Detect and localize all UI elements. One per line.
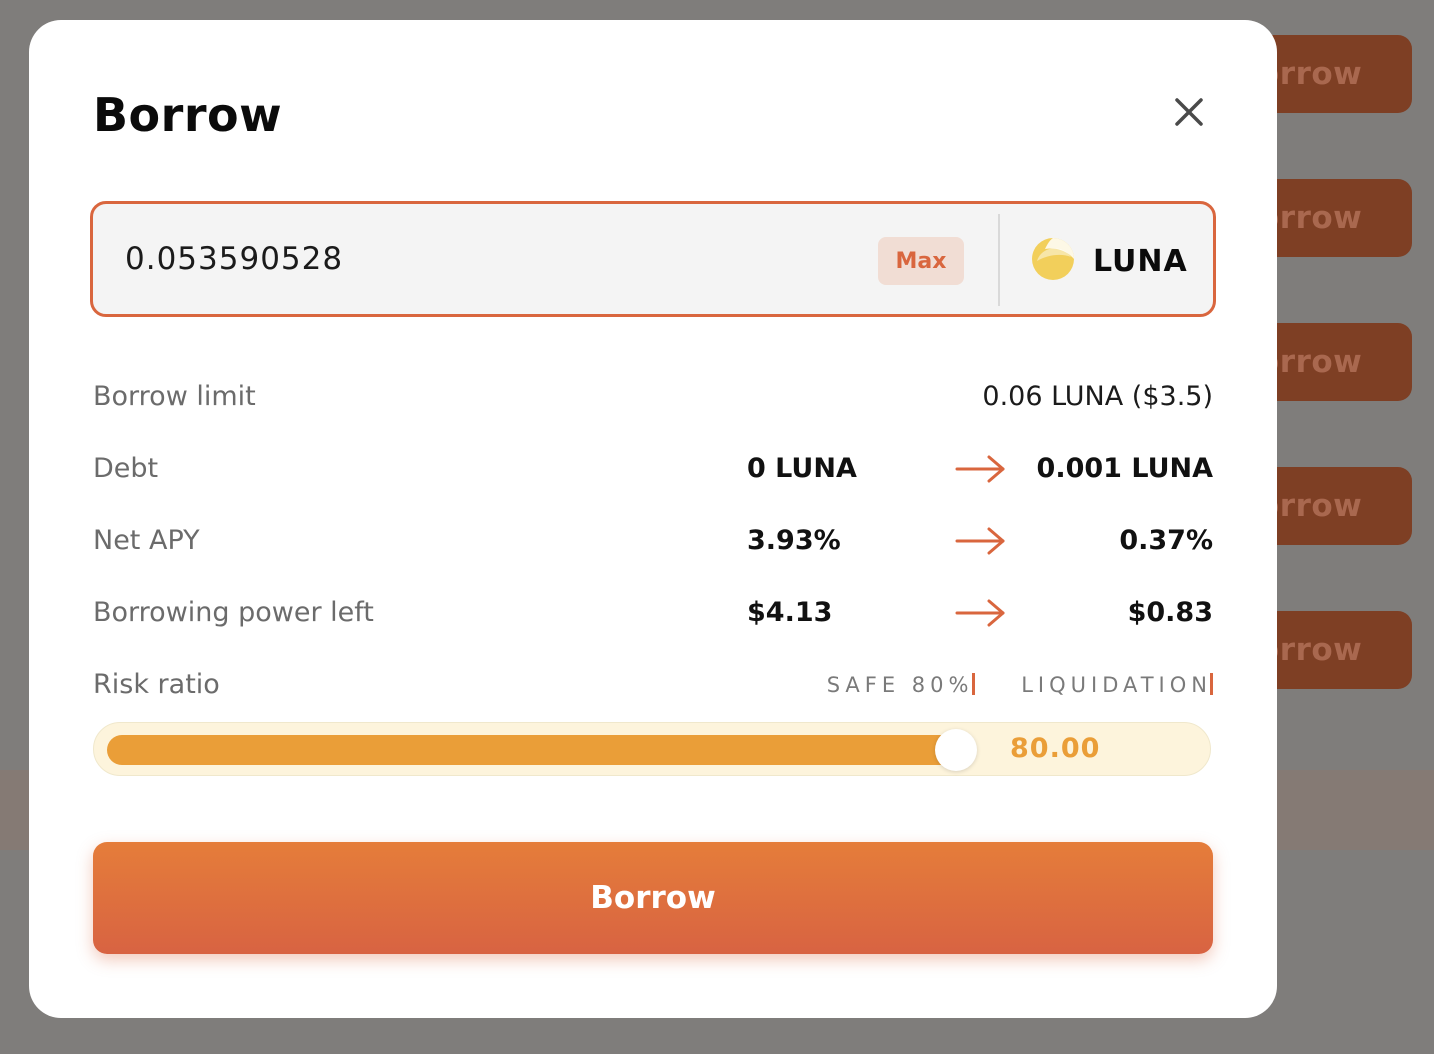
- debt-current: 0 LUNA: [747, 453, 857, 484]
- borrowing-power-current: $4.13: [747, 597, 833, 628]
- borrow-modal: Borrow Max LUNA Borrow limit 0.06 LUNA (…: [29, 20, 1277, 1018]
- debt-row: Debt 0 LUNA 0.001 LUNA: [93, 449, 1213, 489]
- risk-ratio-row: Risk ratio SAFE 80% LIQUIDATION: [93, 665, 1213, 705]
- net-apy-new: 0.37%: [1119, 525, 1213, 556]
- luna-icon: [1031, 237, 1075, 285]
- safe-label: SAFE 80%: [826, 673, 974, 697]
- debt-label: Debt: [93, 453, 159, 484]
- borrow-limit-row: Borrow limit 0.06 LUNA ($3.5): [93, 377, 1213, 417]
- borrowing-power-label: Borrowing power left: [93, 597, 374, 628]
- liquidation-tick: [1210, 673, 1213, 695]
- arrow-right-icon: [955, 599, 1005, 627]
- risk-markers: SAFE 80% LIQUIDATION: [827, 665, 1213, 705]
- safe-tick: [971, 673, 975, 695]
- arrow-right-icon: [955, 527, 1005, 555]
- max-button[interactable]: Max: [878, 237, 964, 285]
- modal-title: Borrow: [93, 88, 283, 142]
- amount-input-box: Max LUNA: [90, 201, 1216, 317]
- token-symbol: LUNA: [1093, 243, 1188, 279]
- risk-ratio-value: 80.00: [1010, 733, 1101, 764]
- close-icon[interactable]: [1169, 92, 1209, 132]
- borrowing-power-new: $0.83: [1127, 597, 1213, 628]
- risk-ratio-slider[interactable]: 80.00: [93, 722, 1211, 776]
- borrow-limit-value: 0.06 LUNA ($3.5): [982, 381, 1213, 412]
- net-apy-row: Net APY 3.93% 0.37%: [93, 521, 1213, 561]
- input-divider: [998, 214, 1000, 306]
- debt-new: 0.001 LUNA: [1036, 453, 1213, 484]
- net-apy-current: 3.93%: [747, 525, 841, 556]
- borrowing-power-row: Borrowing power left $4.13 $0.83: [93, 593, 1213, 633]
- liquidation-label: LIQUIDATION: [1021, 673, 1212, 697]
- arrow-right-icon: [955, 455, 1005, 483]
- risk-ratio-label: Risk ratio: [93, 669, 220, 700]
- amount-input[interactable]: [125, 204, 825, 314]
- slider-thumb[interactable]: [935, 729, 977, 771]
- token-selector[interactable]: LUNA: [1031, 234, 1188, 288]
- borrow-button[interactable]: Borrow: [93, 842, 1213, 954]
- borrow-limit-label: Borrow limit: [93, 381, 256, 412]
- slider-fill: [107, 735, 967, 765]
- net-apy-label: Net APY: [93, 525, 200, 556]
